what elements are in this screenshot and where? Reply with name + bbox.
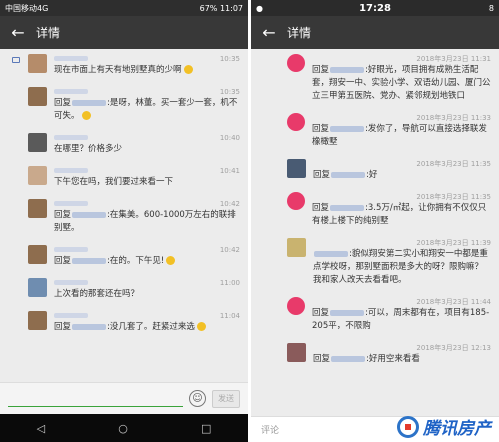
status-bar: ● 17:28 8 [251,0,499,16]
emoji-picker-icon[interactable]: ☺ [189,390,206,407]
comment-list[interactable]: 2018年3月23日 11:31 回复:好眼光，项目拥有成熟生活配套，翔安一中、… [251,49,499,416]
title-bar: ← 详情 [0,16,248,49]
battery-label: 67% [199,3,218,13]
avatar [287,297,305,315]
avatar [28,87,47,106]
avatar [28,245,47,264]
page-title: 详情 [287,26,312,40]
page-title: 详情 [36,26,61,40]
list-item: 10:42 回复:在的。下午见! [0,240,248,273]
smile-emoji-icon [166,256,176,265]
tencent-house-watermark: 腾讯房产 [397,414,491,439]
list-item: 10:42 回复:在集美。600-1000万左右的联排别墅。 [0,194,248,240]
avatar [287,192,305,210]
avatar [287,113,305,131]
list-item: 2018年3月23日 12:13 回复:好用空来看看 [251,338,499,371]
list-item: 2018年3月23日 11:44 回复:可以，周末都有在，项目有185-205平… [251,292,499,338]
screenshot-composite: 中国移动4G 67% 11:07 ← 详情 10:35 现在市面上有天有地别墅真… [0,0,499,442]
blurred-name [72,99,107,106]
clock-label: 17:28 [359,2,391,14]
list-item: 2018年3月23日 11:39 :貌似翔安第二实小和翔安一中都是重点学校呀，那… [251,233,499,292]
comment-icon [12,57,20,63]
blurred-username [54,56,88,61]
right-phone-screen: ● 17:28 8 ← 详情 2018年3月23日 11:31 回复:好眼光，项… [251,0,499,442]
nav-home-icon[interactable]: ○ [118,422,128,435]
comment-list[interactable]: 10:35 现在市面上有天有地别墅真的少啊 10:35 回复:是呀，林董。买一套… [0,49,248,382]
smile-emoji-icon [81,111,91,120]
nav-back-icon[interactable]: ◁ [37,422,45,435]
avatar [28,199,47,218]
avatar [287,238,306,257]
avatar [28,166,47,185]
message-text: 现在市面上有天有地别墅真的少啊 [54,65,182,75]
list-item: 10:41 下午您在吗，我们要过来看一下 [0,161,248,194]
avatar [28,278,47,297]
title-bar: ← 详情 [251,16,499,49]
list-item: 2018年3月23日 11:35 回复:好 [251,154,499,187]
carrier-label: 中国移动4G [5,3,49,13]
list-item: 2018年3月23日 11:31 回复:好眼光，项目拥有成熟生活配套，翔安一中、… [251,49,499,108]
list-item: 11:00 上次看的那套还在吗？ [0,273,248,306]
avatar [28,54,47,73]
reply-bar: ☺ 发送 [0,382,248,414]
list-item: 11:04 回复:没几套了。赶紧过来选 [0,306,248,339]
status-bar: 中国移动4G 67% 11:07 [0,0,248,16]
clock-label: 11:07 [219,3,243,13]
left-phone-screen: 中国移动4G 67% 11:07 ← 详情 10:35 现在市面上有天有地别墅真… [0,0,248,442]
watermark-text: 腾讯房产 [423,419,491,439]
smile-emoji-icon [183,65,193,74]
send-button[interactable]: 发送 [212,389,240,408]
list-item: 10:40 在哪里？价格多少 [0,128,248,161]
back-arrow-icon[interactable]: ← [251,23,287,42]
timestamp: 10:35 [219,54,240,63]
android-nav-bar: ◁ ○ □ [0,414,248,442]
avatar [287,343,306,362]
list-item: 10:35 回复:是呀，林董。买一套少一套，机不可失。 [0,82,248,128]
list-item: 10:35 现在市面上有天有地别墅真的少啊 [0,49,248,82]
reply-input[interactable] [8,391,183,407]
avatar [287,54,305,72]
avatar [28,311,47,330]
list-item: 2018年3月23日 11:35 回复:3.5万/㎡起，让你拥有不仅仅只有楼上楼… [251,187,499,233]
avatar [287,159,306,178]
nav-recent-icon[interactable]: □ [201,422,211,435]
avatar [28,133,47,152]
list-item: 2018年3月23日 11:33 回复:发你了，导航可以直接选择联发橡橄墅 [251,108,499,154]
smile-emoji-icon [196,322,206,331]
tencent-house-logo-icon [397,415,419,438]
back-arrow-icon[interactable]: ← [0,23,36,42]
